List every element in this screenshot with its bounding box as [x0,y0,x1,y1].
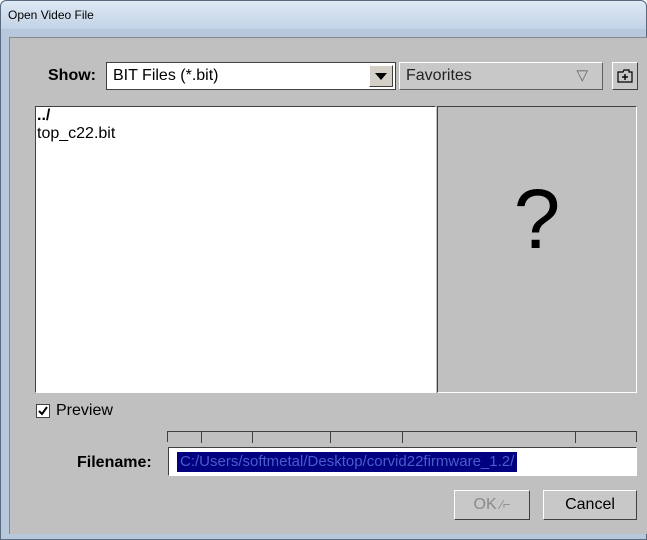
window-title: Open Video File [8,8,94,22]
history-segment-divider [201,432,202,443]
file-type-dropdown[interactable]: BIT Files (*.bit) [106,62,396,90]
favorites-label: Favorites [406,67,472,84]
history-segment-divider [575,432,576,443]
ok-button-label: OK [473,496,497,513]
history-segment-divider [402,432,403,443]
new-folder-icon [617,69,633,83]
preview-checkbox-label[interactable]: Preview [56,402,113,420]
ok-button[interactable]: OK ⁄⌐ [454,490,530,520]
preview-checkbox[interactable] [36,404,50,418]
dialog-body: Show: BIT Files (*.bit) Favorites ▽ ../ … [9,37,647,534]
favorites-dropdown[interactable]: Favorites ▽ [399,62,603,90]
filename-selected-text: C:/Users/softmetal/Desktop/corvid22firmw… [177,452,518,472]
filename-input[interactable]: C:/Users/softmetal/Desktop/corvid22firmw… [168,447,637,476]
file-item-parent-dir[interactable]: ../ [36,107,435,125]
chevron-down-icon [375,73,387,80]
dropdown-arrow-button[interactable] [369,65,393,87]
preview-pane: ? [437,106,637,393]
new-folder-button[interactable] [612,62,638,90]
shortcut-arrow-icon: ⁄⌐ [500,497,511,512]
filename-label: Filename: [77,454,152,471]
triangle-down-outline-icon: ▽ [576,67,588,84]
cancel-button[interactable]: Cancel [543,490,637,520]
question-mark-icon: ? [513,172,561,266]
file-type-selected: BIT Files (*.bit) [113,67,219,84]
file-list[interactable]: ../ top_c22.bit [35,106,436,393]
filename-history-bar[interactable] [167,431,637,443]
checkmark-icon [38,406,48,416]
file-item-top-c22[interactable]: top_c22.bit [36,125,435,143]
open-video-file-dialog: Open Video File Show: BIT Files (*.bit) … [0,0,647,540]
history-segment-divider [330,432,331,443]
history-segment-divider [252,432,253,443]
title-bar[interactable]: Open Video File [1,1,646,29]
show-label: Show: [48,67,96,84]
